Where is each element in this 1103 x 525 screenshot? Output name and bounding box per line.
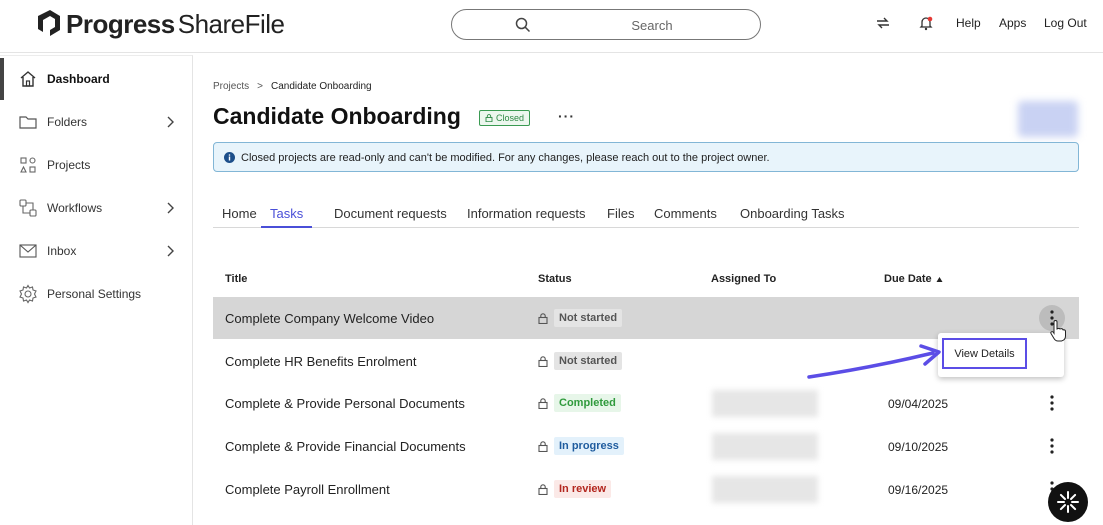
column-header-status[interactable]: Status (538, 273, 572, 285)
view-details-menu-item[interactable]: View Details (942, 338, 1027, 369)
chevron-right-icon[interactable] (164, 202, 176, 214)
assistant-fab-button[interactable] (1048, 482, 1088, 522)
status-badge: Not started (554, 352, 623, 370)
home-icon (20, 71, 36, 87)
sidebar-item-projects[interactable]: Projects (0, 144, 192, 186)
asterisk-burst-icon (1057, 491, 1079, 513)
tab-files[interactable]: Files (607, 206, 634, 228)
assignee-redacted (712, 476, 818, 503)
column-header-due-date[interactable]: Due Date (884, 273, 943, 285)
workflows-icon (19, 199, 37, 217)
notification-bell-icon[interactable] (917, 14, 935, 32)
breadcrumb: Projects > Candidate Onboarding (213, 81, 372, 92)
breadcrumb-projects-link[interactable]: Projects (213, 81, 249, 92)
lock-icon (538, 441, 548, 452)
row-actions-menu: View Details (938, 333, 1064, 377)
tab-comments[interactable]: Comments (654, 206, 717, 228)
row-actions-button[interactable] (1039, 390, 1065, 416)
sidebar-item-label: Personal Settings (47, 287, 142, 301)
sidebar: Dashboard Folders Projects Workflows Inb… (0, 55, 193, 525)
info-banner-text: Closed projects are read-only and can't … (241, 152, 770, 164)
chevron-right-icon[interactable] (164, 116, 176, 128)
sidebar-item-personal-settings[interactable]: Personal Settings (0, 273, 192, 315)
table-row[interactable]: Complete & Provide Personal Documents Co… (213, 382, 1079, 424)
projects-icon (20, 157, 36, 173)
column-header-assigned-to[interactable]: Assigned To (711, 273, 776, 285)
sidebar-item-label: Folders (47, 115, 88, 129)
status-badge: In progress (554, 437, 624, 455)
task-title[interactable]: Complete & Provide Personal Documents (225, 396, 465, 411)
tab-onboarding-tasks[interactable]: Onboarding Tasks (740, 206, 845, 228)
tab-home[interactable]: Home (222, 206, 257, 228)
tab-document-requests[interactable]: Document requests (334, 206, 447, 228)
due-date: 09/16/2025 (888, 483, 949, 497)
sidebar-item-folders[interactable]: Folders (0, 101, 192, 143)
assignee-redacted (712, 433, 818, 460)
project-tabs: Home Tasks Document requests Information… (213, 200, 1079, 228)
mail-icon (19, 244, 37, 258)
hand-cursor-icon (1050, 320, 1066, 342)
project-more-options-button[interactable]: ··· (558, 108, 575, 124)
due-date-label: Due Date (884, 273, 932, 285)
top-header: Progress ShareFile Help Apps Log Out (0, 0, 1103, 53)
status-badge: In review (554, 480, 612, 498)
lock-icon (538, 484, 548, 495)
chevron-right-icon[interactable] (164, 245, 176, 257)
apps-link[interactable]: Apps (999, 16, 1026, 30)
assignee-redacted (712, 390, 818, 417)
sharefile-logo[interactable]: Progress ShareFile (36, 9, 285, 39)
sidebar-item-label: Workflows (47, 201, 103, 215)
table-row[interactable]: Complete Payroll Enrollment In review 09… (213, 468, 1079, 510)
annotation-arrow-icon (807, 344, 941, 379)
task-title[interactable]: Complete Payroll Enrollment (225, 482, 390, 497)
status-badge: Completed (554, 394, 621, 412)
page-title: Candidate Onboarding (213, 103, 461, 129)
task-title[interactable]: Complete HR Benefits Enrolment (225, 354, 416, 369)
help-link[interactable]: Help (956, 16, 981, 30)
due-date: 09/04/2025 (888, 397, 949, 411)
search-input[interactable] (572, 15, 732, 35)
brand-name-light: ShareFile (177, 8, 285, 39)
switch-arrows-icon[interactable] (874, 14, 892, 32)
avatar (1018, 101, 1078, 137)
sidebar-item-inbox[interactable]: Inbox (0, 230, 192, 272)
sidebar-item-workflows[interactable]: Workflows (0, 187, 192, 229)
task-title[interactable]: Complete Company Welcome Video (225, 311, 434, 326)
kebab-menu-icon (1050, 438, 1054, 454)
column-header-title[interactable]: Title (225, 273, 247, 285)
closed-status-badge: Closed (479, 110, 531, 126)
gear-icon (19, 284, 37, 304)
lock-icon (485, 114, 493, 122)
info-banner: Closed projects are read-only and can't … (213, 142, 1079, 172)
tab-information-requests[interactable]: Information requests (467, 206, 586, 228)
sidebar-item-label: Inbox (47, 244, 77, 258)
status-badge: Not started (554, 309, 623, 327)
progress-logo-icon (38, 10, 60, 36)
search-bar[interactable] (451, 9, 761, 40)
sidebar-item-label: Projects (47, 158, 91, 172)
lock-icon (538, 356, 548, 367)
logout-link[interactable]: Log Out (1044, 16, 1087, 30)
sidebar-item-label: Dashboard (47, 72, 110, 86)
breadcrumb-separator: > (257, 81, 263, 92)
kebab-menu-icon (1050, 395, 1054, 411)
tab-tasks[interactable]: Tasks (261, 206, 313, 228)
row-actions-button[interactable] (1039, 433, 1065, 459)
sort-ascending-icon (936, 276, 943, 282)
due-date: 09/10/2025 (888, 440, 949, 454)
closed-badge-label: Closed (496, 113, 525, 123)
brand-name-bold: Progress (66, 8, 175, 39)
info-icon (224, 152, 235, 163)
lock-icon (538, 398, 548, 409)
task-title[interactable]: Complete & Provide Financial Documents (225, 439, 466, 454)
breadcrumb-current: Candidate Onboarding (270, 81, 372, 92)
table-row[interactable]: Complete & Provide Financial Documents I… (213, 425, 1079, 467)
search-icon (515, 17, 531, 33)
lock-icon (538, 313, 548, 324)
sidebar-item-dashboard[interactable]: Dashboard (0, 58, 192, 100)
folder-icon (19, 116, 37, 129)
